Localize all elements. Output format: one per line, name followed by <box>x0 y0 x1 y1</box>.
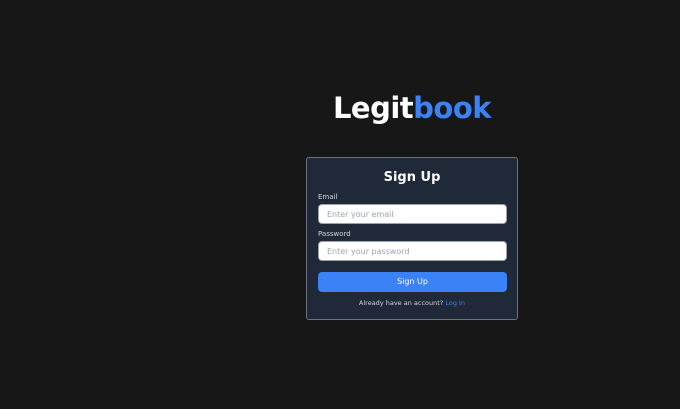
password-field[interactable] <box>318 241 507 261</box>
signup-card: Sign Up Email Password Sign Up Already h… <box>306 157 518 320</box>
brand-name-part1: Legit <box>332 91 414 125</box>
form-title: Sign Up <box>383 170 441 185</box>
brand-logo: Legitbook <box>306 88 518 128</box>
login-prompt: Already have an account? Log In <box>307 299 517 308</box>
signup-page: Legitbook Sign Up Email Password Sign Up… <box>0 0 680 409</box>
login-prompt-text: Already have an account? <box>358 299 444 307</box>
password-label: Password <box>318 230 351 238</box>
brand-name-part2: book <box>413 91 492 125</box>
login-link[interactable]: Log In <box>445 299 465 307</box>
email-field[interactable] <box>318 204 507 224</box>
email-label: Email <box>318 193 338 201</box>
signup-button[interactable]: Sign Up <box>318 272 507 292</box>
